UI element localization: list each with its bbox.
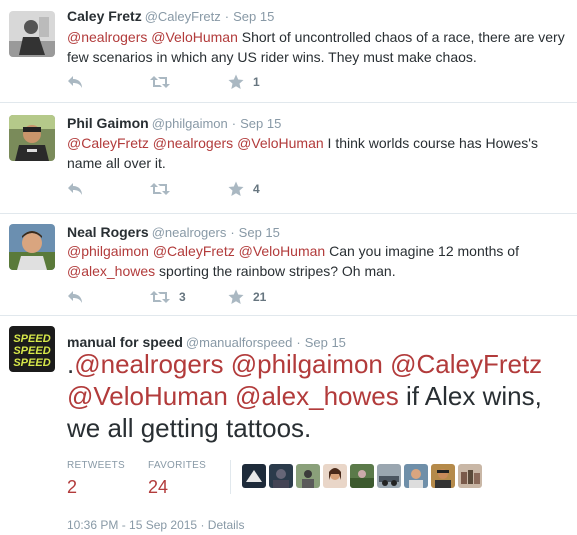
favoriter-avatar[interactable]: [296, 464, 320, 488]
tweet-body-continued: sporting the rainbow stripes? Oh man.: [159, 263, 396, 279]
favoriter-avatar[interactable]: [269, 464, 293, 488]
reply-icon: [68, 291, 82, 303]
favorites-label: FAVORITES: [148, 460, 207, 471]
retweets-label: RETWEETS: [67, 460, 125, 471]
author-name[interactable]: Phil Gaimon: [67, 115, 149, 131]
tweet-text: @CaleyFretz @nealrogers @VeloHuman I thi…: [67, 133, 567, 173]
author-handle[interactable]: @nealrogers: [152, 225, 227, 240]
favorite-count: 21: [253, 290, 267, 304]
tweet-phil-gaimon[interactable]: Phil Gaimon @philgaimon · Sep 15 @CaleyFret…: [0, 103, 577, 214]
mention-link[interactable]: @VeloHuman: [237, 135, 324, 151]
stats-divider: [230, 460, 231, 494]
mention-link[interactable]: @alex_howes: [67, 263, 155, 279]
tweet-text: @philgaimon @CaleyFretz @VeloHuman Can y…: [67, 241, 567, 281]
tweet-timestamp[interactable]: 10:36 PM - 15 Sep 2015: [67, 518, 197, 532]
mention-link[interactable]: @VeloHuman: [151, 29, 238, 45]
retweet-button[interactable]: 3: [150, 287, 186, 307]
retweets-stat[interactable]: RETWEETS 2: [67, 460, 125, 498]
retweet-button[interactable]: [150, 72, 179, 92]
favoriter-avatar[interactable]: [431, 464, 455, 488]
avatar[interactable]: [9, 224, 55, 270]
favorite-button[interactable]: 1: [228, 72, 260, 92]
tweet-time[interactable]: Sep 15: [240, 116, 281, 131]
tweet-caley-fretz[interactable]: Caley Fretz @CaleyFretz · Sep 15 @nealroger…: [0, 0, 577, 103]
author-name[interactable]: Caley Fretz: [67, 8, 142, 24]
favorites-stat[interactable]: FAVORITES 24: [148, 460, 206, 498]
reply-icon: [68, 76, 82, 88]
separator: ·: [200, 518, 205, 532]
reply-icon: [68, 183, 82, 195]
tweet-time[interactable]: Sep 15: [233, 9, 274, 24]
favoriter-avatar[interactable]: [350, 464, 374, 488]
avatar-text-line: SPEED: [13, 333, 50, 345]
avatar[interactable]: [9, 115, 55, 161]
mention-link[interactable]: @nealrogers: [153, 135, 233, 151]
mention-link[interactable]: @CaleyFretz: [153, 243, 235, 259]
tweet-body: Can you imagine 12 months of: [329, 243, 519, 259]
mention-link[interactable]: @nealrogers: [74, 349, 223, 379]
reply-button[interactable]: [67, 72, 83, 92]
author-handle[interactable]: @CaleyFretz: [145, 9, 221, 24]
favoriter-avatar[interactable]: [242, 464, 266, 488]
tweet-time[interactable]: Sep 15: [239, 225, 280, 240]
separator: ·: [230, 225, 235, 240]
mention-link[interactable]: @CaleyFretz: [67, 135, 149, 151]
favoriter-avatars: [242, 464, 482, 488]
favorites-value: 24: [148, 477, 169, 497]
mention-link[interactable]: @CaleyFretz: [390, 349, 542, 379]
retweet-icon: [150, 183, 170, 195]
retweet-count: 3: [179, 290, 186, 304]
mention-link[interactable]: @alex_howes: [235, 381, 399, 411]
favorite-count: 4: [253, 182, 260, 196]
star-icon: [228, 181, 244, 196]
tweet-text: @nealrogers @VeloHuman Short of uncontro…: [67, 27, 567, 67]
retweets-value: 2: [67, 477, 78, 497]
reply-button[interactable]: [67, 287, 83, 307]
reply-button[interactable]: [67, 179, 83, 199]
retweet-button[interactable]: [150, 179, 179, 199]
mention-link[interactable]: @VeloHuman: [239, 243, 326, 259]
author-handle[interactable]: @philgaimon: [152, 116, 228, 131]
separator: ·: [224, 9, 230, 24]
mention-link[interactable]: @philgaimon: [67, 243, 149, 259]
favoriter-avatar[interactable]: [377, 464, 401, 488]
star-icon: [228, 289, 244, 304]
separator: ·: [231, 116, 237, 131]
favoriter-avatar[interactable]: [323, 464, 347, 488]
retweet-icon: [150, 291, 170, 303]
avatar-text-line: SPEED: [13, 345, 50, 357]
details-link[interactable]: Details: [208, 518, 245, 532]
favorite-button[interactable]: 4: [228, 179, 260, 199]
avatar-text-line: SPEED: [13, 357, 50, 369]
mention-link[interactable]: @philgaimon: [231, 349, 383, 379]
retweet-icon: [150, 76, 170, 88]
avatar[interactable]: SPEED SPEED SPEED: [9, 326, 55, 372]
avatar[interactable]: [9, 11, 55, 57]
author-name[interactable]: Neal Rogers: [67, 224, 149, 240]
tweet-manual-for-speed[interactable]: SPEED SPEED SPEED manual for speed @manua…: [0, 316, 577, 535]
favorite-count: 1: [253, 75, 260, 89]
mention-link[interactable]: @VeloHuman: [67, 381, 228, 411]
tweet-text: .@nealrogers @philgaimon @CaleyFretz @Ve…: [67, 348, 572, 444]
star-icon: [228, 74, 244, 89]
tweet-neal-rogers[interactable]: Neal Rogers @nealrogers · Sep 15 @philgaimo…: [0, 214, 577, 316]
favorite-button[interactable]: 21: [228, 287, 266, 307]
favoriter-avatar[interactable]: [458, 464, 482, 488]
mention-link[interactable]: @nealrogers: [67, 29, 147, 45]
tweet-footer: 10:36 PM - 15 Sep 2015 · Details: [67, 518, 244, 532]
favoriter-avatar[interactable]: [404, 464, 428, 488]
